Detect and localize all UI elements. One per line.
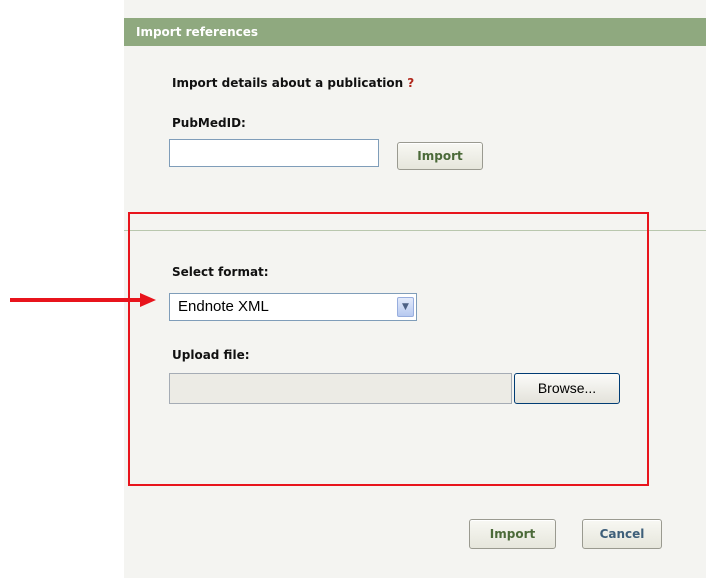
upload-label: Upload file: [172, 348, 250, 362]
publication-heading-text: Import details about a publication [172, 76, 404, 90]
annotation-arrow [10, 298, 144, 302]
dialog-title: Import references [136, 25, 259, 39]
pubmed-import-button[interactable]: Import [397, 142, 483, 170]
format-label: Select format: [172, 265, 269, 279]
cancel-button[interactable]: Cancel [582, 519, 662, 549]
browse-button[interactable]: Browse... [514, 373, 620, 404]
import-button[interactable]: Import [469, 519, 556, 549]
chevron-down-icon[interactable]: ▼ [397, 297, 414, 317]
format-select-value: Endnote XML [178, 298, 269, 315]
publication-heading: Import details about a publication? [172, 75, 414, 91]
pubmed-input[interactable] [169, 139, 379, 167]
annotation-arrow-head [140, 293, 156, 307]
pubmed-label: PubMedID: [172, 116, 246, 130]
format-select[interactable]: Endnote XML ▼ [169, 293, 417, 321]
file-path-field[interactable] [169, 373, 512, 404]
help-icon[interactable]: ? [407, 76, 414, 90]
import-references-dialog: Import references Import details about a… [0, 0, 706, 578]
